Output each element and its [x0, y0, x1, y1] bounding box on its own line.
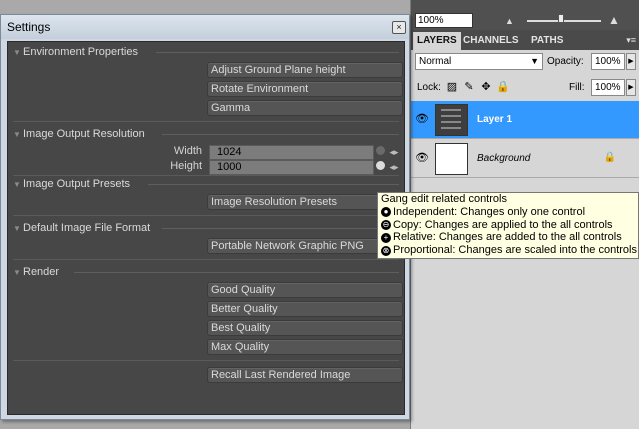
layer-thumbnail — [435, 104, 468, 136]
lock-label: Lock: — [417, 82, 441, 93]
chevron-down-icon: ▼ — [530, 56, 539, 66]
copy-icon: ⊖ — [381, 219, 391, 230]
blend-mode-select[interactable]: Normal ▼ — [415, 53, 543, 70]
spinner-arrows-icon[interactable]: ◂▸ — [388, 146, 400, 159]
eye-icon[interactable]: 👁 — [415, 152, 429, 164]
layer-name: Background — [477, 153, 531, 164]
tab-paths[interactable]: PATHS — [527, 32, 567, 50]
better-quality-button[interactable]: Better Quality — [207, 301, 403, 317]
height-input[interactable]: 1000 — [209, 160, 374, 175]
independent-icon: ● — [381, 207, 391, 218]
best-quality-button[interactable]: Best Quality — [207, 320, 403, 336]
tooltip-title: Gang edit related controls — [381, 193, 507, 205]
max-quality-button[interactable]: Max Quality — [207, 339, 403, 355]
lock-icon: 🔒 — [603, 152, 616, 163]
section-format[interactable]: ▼ Default Image File Format — [13, 222, 150, 236]
relative-icon: + — [381, 232, 391, 243]
zoom-out-icon[interactable]: ▲ — [505, 16, 514, 26]
tooltip-line: ⊗ Proportional: Changes are scaled into t… — [381, 244, 637, 257]
divider — [74, 272, 399, 273]
lock-move-icon[interactable]: ✥ — [479, 80, 493, 93]
gang-edit-tooltip: Gang edit related controls ● Independent:… — [377, 192, 639, 259]
collapse-triangle-icon[interactable]: ▼ — [13, 268, 23, 277]
title-bar[interactable]: Settings × — [1, 15, 409, 39]
opacity-input[interactable]: 100% — [591, 53, 625, 70]
window-title: Settings — [7, 20, 51, 34]
blend-mode-value: Normal — [419, 56, 452, 67]
divider — [162, 228, 399, 229]
tab-channels[interactable]: CHANNELS — [459, 32, 523, 50]
tooltip-line: ● Independent: Changes only one control — [381, 206, 638, 219]
panel-tabs: LAYERS CHANNELS PATHS ▾≡ — [411, 30, 639, 50]
image-resolution-presets-button[interactable]: Image Resolution Presets — [207, 194, 403, 210]
divider — [156, 52, 399, 53]
fill-arrow-icon[interactable]: ▶ — [626, 79, 636, 96]
gamma-button[interactable]: Gamma — [207, 100, 403, 116]
fill-label: Fill: — [569, 82, 585, 93]
zoom-slider-track[interactable] — [527, 20, 601, 22]
settings-window: Settings × ▼ Environment Properties Adjus… — [0, 14, 410, 420]
section-title: Render — [23, 266, 60, 278]
layer-row-background[interactable]: 👁 Background 🔒 — [411, 140, 639, 178]
spinner-arrows-icon[interactable]: ◂▸ — [388, 161, 400, 174]
width-label: Width — [173, 145, 202, 157]
divider — [162, 134, 399, 135]
layer-row-layer-1[interactable]: 👁 Layer 1 — [411, 101, 639, 139]
section-resolution[interactable]: ▼ Image Output Resolution — [13, 128, 145, 142]
adjust-ground-plane-button[interactable]: Adjust Ground Plane height — [207, 62, 403, 78]
divider — [13, 360, 399, 361]
zoom-input[interactable]: 100% — [415, 13, 473, 28]
settings-content: ▼ Environment Properties Adjust Ground Pl… — [7, 41, 405, 415]
zoom-slider-thumb[interactable] — [558, 14, 564, 23]
gang-edit-icon[interactable] — [374, 146, 386, 159]
divider — [13, 259, 399, 260]
zoom-in-icon[interactable]: ▲ — [608, 13, 620, 27]
rotate-environment-button[interactable]: Rotate Environment — [207, 81, 403, 97]
panel-menu-icon[interactable]: ▾≡ — [626, 35, 636, 46]
layer-name: Layer 1 — [477, 114, 513, 125]
collapse-triangle-icon[interactable]: ▼ — [13, 180, 23, 189]
divider — [13, 121, 399, 122]
gang-edit-icon[interactable] — [374, 161, 386, 174]
collapse-triangle-icon[interactable]: ▼ — [13, 48, 23, 57]
proportional-icon: ⊗ — [381, 245, 391, 256]
opacity-arrow-icon[interactable]: ▶ — [626, 53, 636, 70]
fill-input[interactable]: 100% — [591, 79, 625, 96]
height-label: Height — [170, 160, 202, 172]
section-presets[interactable]: ▼ Image Output Presets — [13, 178, 130, 192]
collapse-triangle-icon[interactable]: ▼ — [13, 130, 23, 139]
section-render[interactable]: ▼ Render — [13, 266, 59, 280]
section-environment[interactable]: ▼ Environment Properties — [13, 46, 138, 60]
close-button[interactable]: × — [392, 21, 406, 34]
divider — [13, 215, 399, 216]
width-input[interactable]: 1024 — [209, 145, 374, 160]
lock-icons: ▨ ✎ ✥ 🔒 — [445, 80, 510, 93]
layer-thumbnail — [435, 143, 468, 175]
section-title: Default Image File Format — [23, 222, 151, 234]
divider — [13, 175, 399, 176]
divider — [148, 184, 399, 185]
recall-last-rendered-button[interactable]: Recall Last Rendered Image — [207, 367, 403, 383]
lock-paint-icon[interactable]: ✎ — [462, 80, 476, 93]
eye-icon[interactable]: 👁 — [415, 113, 429, 125]
opacity-label: Opacity: — [547, 56, 584, 67]
file-format-button[interactable]: Portable Network Graphic PNG — [207, 238, 403, 254]
lock-all-icon[interactable]: 🔒 — [496, 80, 510, 93]
section-title: Environment Properties — [23, 46, 138, 58]
collapse-triangle-icon[interactable]: ▼ — [13, 224, 23, 233]
lock-transparency-icon[interactable]: ▨ — [445, 80, 459, 93]
section-title: Image Output Presets — [23, 178, 130, 190]
tooltip-line: ⊖ Copy: Changes are applied to the all co… — [381, 218, 613, 231]
tooltip-line: + Relative: Changes are added to the all … — [381, 231, 638, 244]
section-title: Image Output Resolution — [23, 128, 145, 140]
good-quality-button[interactable]: Good Quality — [207, 282, 403, 298]
tab-layers[interactable]: LAYERS — [413, 32, 461, 50]
zoom-bar: 100% ▲ ▲ — [411, 0, 639, 30]
